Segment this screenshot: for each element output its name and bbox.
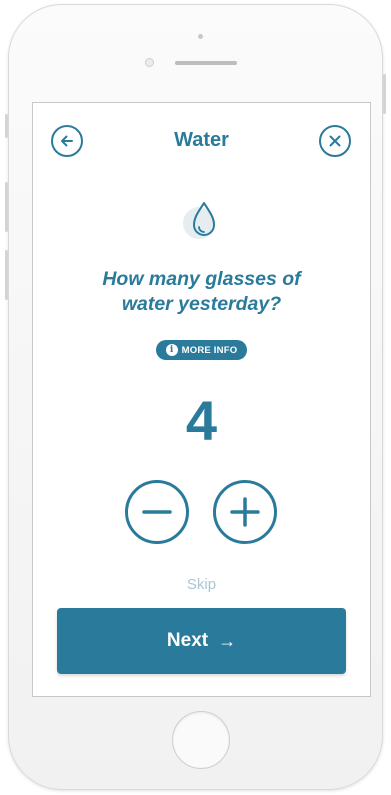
next-label: Next (166, 630, 209, 651)
sensor-dot (198, 34, 203, 39)
close-icon (329, 135, 341, 147)
water-drop-icon (173, 195, 233, 245)
side-button-top (5, 114, 8, 138)
skip-link[interactable]: Skip (33, 576, 370, 593)
side-button-volume-up (5, 182, 8, 232)
question-text: How many glasses of water yesterday? (63, 267, 340, 317)
plus-icon (230, 497, 260, 527)
next-button[interactable]: Next → (57, 608, 346, 674)
question-line-2: water yesterday? (121, 293, 282, 315)
more-info-label: MORE INFO (181, 344, 238, 356)
more-info-button[interactable]: i MORE INFO (156, 340, 247, 360)
question-line-1: How many glasses of (102, 268, 301, 290)
glasses-count: 4 (185, 389, 218, 452)
side-button-volume-down (5, 250, 8, 300)
app-screen: Water How many glasses of water yesterda… (32, 102, 371, 697)
info-icon: i (165, 344, 178, 356)
side-button-power (383, 74, 386, 114)
front-camera (145, 58, 154, 67)
speaker-grille (175, 61, 237, 65)
minus-icon (142, 510, 172, 514)
increment-button[interactable] (213, 480, 277, 544)
home-button[interactable] (172, 711, 230, 769)
decrement-button[interactable] (125, 480, 189, 544)
arrow-right-icon: → (218, 630, 237, 651)
close-button[interactable] (319, 125, 351, 157)
